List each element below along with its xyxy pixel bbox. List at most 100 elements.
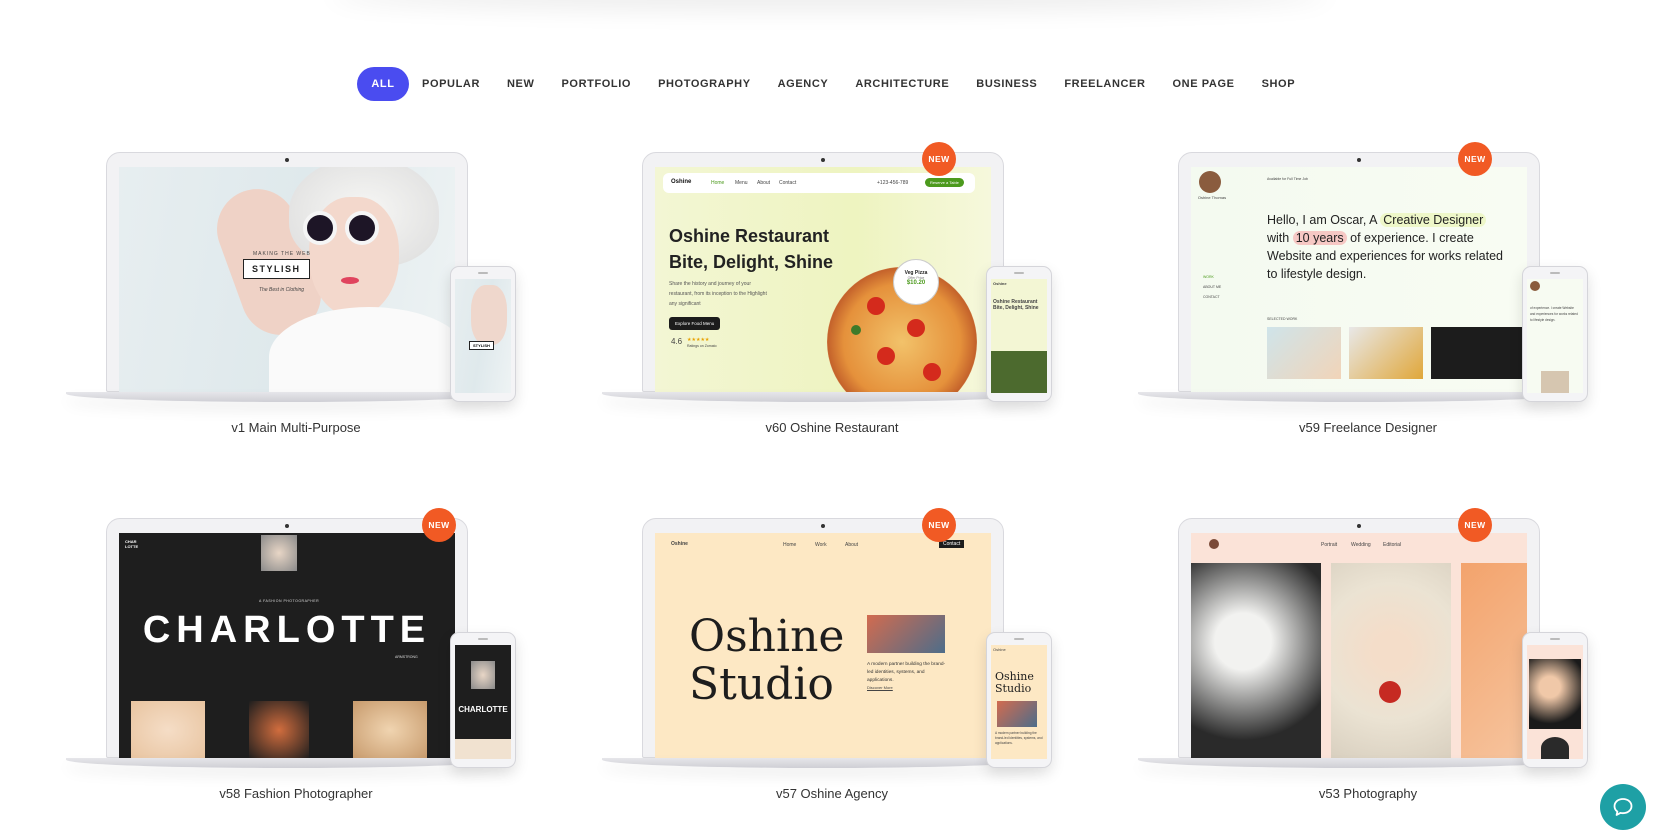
screen-menu-contact: CONTACT [1203, 295, 1220, 299]
pizza-topping [867, 297, 885, 315]
screen-image [867, 615, 945, 653]
screen-kicker: A FASHION PHOTOGRAPHER [259, 599, 320, 603]
screen-paragraph: Share the history and journey of your re… [669, 281, 767, 307]
demo-title[interactable]: v1 Main Multi-Purpose [66, 420, 526, 435]
screen-nav-home: Home [783, 542, 797, 548]
screen-nav-portrait: Portrait [1321, 542, 1338, 548]
camera-dot [1357, 158, 1361, 162]
screen-rating: 4.6 [671, 337, 683, 346]
phone-screen: of experience. I create Website and expe… [1527, 279, 1583, 393]
laptop-base [602, 392, 1042, 402]
filter-business[interactable]: BUSINESS [963, 67, 1051, 101]
new-badge: NEW [422, 508, 456, 542]
phone-mockup: Oshine Oshine Studio A modern partner bu… [986, 632, 1052, 768]
filter-freelancer[interactable]: FREELANCER [1051, 67, 1159, 101]
screen-surname: ARMSTRONG [395, 655, 418, 659]
sunglasses-right [345, 211, 379, 245]
screen-nav-contact: Contact [779, 180, 797, 186]
screen-logo: Oshine [671, 179, 692, 185]
screen-phone: +123-456-789 [877, 180, 909, 186]
phone-paragraph: A modern partner building the brand-led … [995, 731, 1043, 745]
filter-one-page[interactable]: ONE PAGE [1159, 67, 1248, 101]
demo-title[interactable]: v57 Oshine Agency [602, 786, 1062, 801]
filter-portfolio[interactable]: PORTFOLIO [548, 67, 645, 101]
screen-intro: Hello, I am Oscar, A Creative Designer w… [1267, 211, 1507, 283]
screen-figure-lips [341, 277, 359, 284]
pizza-topping [907, 319, 925, 337]
phone-headline: Oshine Restaurant Bite, Delight, Shine [993, 299, 1039, 311]
demo-screen: Oshine Thomas Available for Full Time Jo… [1191, 167, 1527, 393]
laptop-mockup: CHAR LOTTE A FASHION PHOTOGRAPHER CHARLO… [106, 518, 468, 759]
pizza-topping [923, 363, 941, 381]
laptop-mockup: Oshine Thomas Available for Full Time Jo… [1178, 152, 1540, 393]
laptop-mockup: Oshine Home Work About Contact Oshine St… [642, 518, 1004, 759]
filter-shop[interactable]: SHOP [1248, 67, 1309, 101]
screen-headline: Oshine Studio [689, 613, 844, 709]
phone-mockup: of experience. I create Website and expe… [1522, 266, 1588, 402]
demo-card-v57[interactable]: Oshine Home Work About Contact Oshine St… [602, 508, 1062, 808]
screen-nav-about: About [757, 180, 771, 186]
screen-menu-work: WORK [1203, 275, 1214, 279]
demo-card-v59[interactable]: Oshine Thomas Available for Full Time Jo… [1138, 142, 1598, 442]
laptop-mockup: Portrait Wedding Editorial [1178, 518, 1540, 759]
camera-dot [821, 158, 825, 162]
work-image-3 [1431, 327, 1527, 379]
laptop-base [1138, 758, 1578, 768]
filter-architecture[interactable]: ARCHITECTURE [842, 67, 963, 101]
screen-logo: Oshine [671, 541, 688, 547]
screen-cta: Reserve a Table [925, 178, 964, 187]
screen-button: Explore Food Menu [669, 317, 721, 330]
screen-tagline: MAKING THE WEB [253, 251, 311, 257]
intro-text-2: with [1267, 231, 1290, 245]
camera-dot [821, 524, 825, 528]
demo-title[interactable]: v58 Fashion Photographer [66, 786, 526, 801]
screen-rating-label: Ratings on Zomato [687, 344, 717, 348]
phone-speaker [1014, 272, 1024, 274]
laptop-base [66, 392, 506, 402]
pizza-topping [877, 347, 895, 365]
camera-dot [1357, 524, 1361, 528]
screen-availability: Available for Full Time Job [1267, 177, 1308, 181]
chat-bubble-icon [1613, 798, 1633, 816]
filter-new[interactable]: NEW [494, 67, 548, 101]
filter-photography[interactable]: PHOTOGRAPHY [645, 67, 765, 101]
chat-button[interactable] [1600, 784, 1646, 830]
demo-card-v1[interactable]: MAKING THE WEB STYLISH The Best in Cloth… [66, 142, 526, 442]
work-image-1 [1267, 327, 1341, 379]
demo-screen: Oshine Home Work About Contact Oshine St… [655, 533, 991, 759]
demo-card-v58[interactable]: CHAR LOTTE A FASHION PHOTOGRAPHER CHARLO… [66, 508, 526, 808]
phone-photo-1 [1529, 659, 1581, 729]
screen-navbar: Oshine Home Menu About Contact +123-456-… [663, 173, 975, 193]
demo-screen: Portrait Wedding Editorial [1191, 533, 1527, 759]
phone-mockup [1522, 632, 1588, 768]
camera-dot [285, 524, 289, 528]
phone-screen [1527, 645, 1583, 759]
screen-nav-work: Work [815, 542, 827, 548]
phone-logo: Oshine [993, 281, 1007, 286]
filter-agency[interactable]: AGENCY [764, 67, 842, 101]
headline-line-2: Studio [689, 659, 834, 710]
screen-big-name: CHARLOTTE [142, 609, 432, 651]
work-image-2 [1349, 327, 1423, 379]
photo-1 [1191, 563, 1321, 759]
screen-avatar [1209, 539, 1219, 549]
phone-mockup: Oshine Oshine Restaurant Bite, Delight, … [986, 266, 1052, 402]
phone-image [455, 739, 511, 759]
screen-section-title: SELECTED WORK [1267, 317, 1298, 321]
demo-card-v53[interactable]: Portrait Wedding Editorial NEW v53 Photo… [1138, 508, 1598, 808]
demo-title[interactable]: v53 Photography [1138, 786, 1598, 801]
screen-subtitle: The Best in Clothing [259, 287, 305, 293]
demo-title[interactable]: v60 Oshine Restaurant [602, 420, 1062, 435]
headline-line-1: Oshine [689, 611, 845, 662]
demo-card-v60[interactable]: Oshine Home Menu About Contact +123-456-… [602, 142, 1062, 442]
filter-all[interactable]: ALL [357, 67, 409, 101]
screen-headline: Oshine Restaurant Bite, Delight, Shine [669, 226, 834, 272]
new-badge: NEW [1458, 142, 1492, 176]
screen-link: Discover More [867, 685, 893, 690]
portrait-image [261, 535, 297, 571]
camera-dot [285, 158, 289, 162]
filter-popular[interactable]: POPULAR [409, 67, 494, 101]
phone-speaker [478, 638, 488, 640]
demo-title[interactable]: v59 Freelance Designer [1138, 420, 1598, 435]
phone-screen: Oshine Oshine Studio A modern partner bu… [991, 645, 1047, 759]
